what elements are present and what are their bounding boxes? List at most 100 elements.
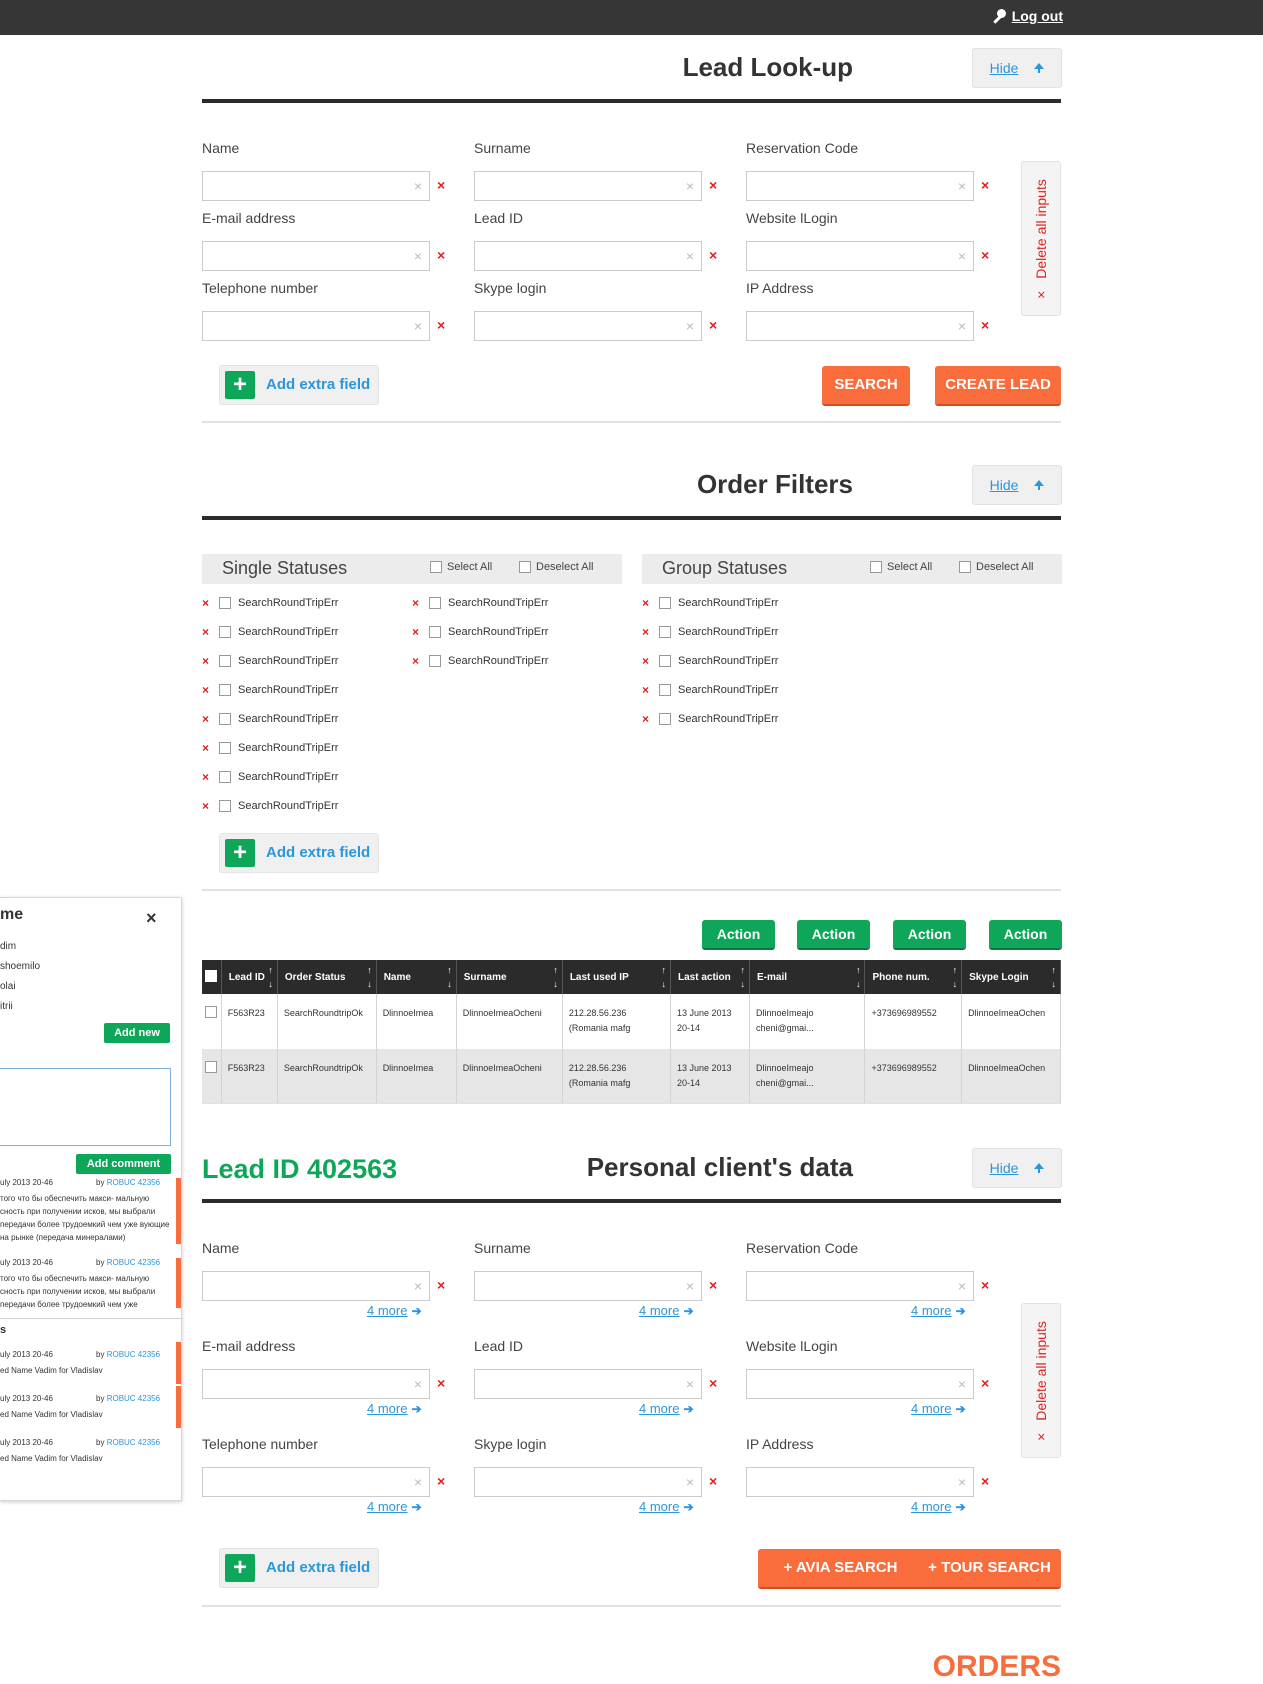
deselect-all-option[interactable]: Deselect All bbox=[959, 561, 1033, 573]
checkbox[interactable] bbox=[659, 713, 671, 725]
add-extra-field-button[interactable]: + Add extra field bbox=[219, 365, 379, 405]
status-item[interactable]: × SearchRoundTripErr bbox=[412, 596, 548, 610]
remove-field-icon[interactable]: × bbox=[709, 317, 717, 333]
status-item[interactable]: × SearchRoundTripErr bbox=[642, 712, 778, 726]
remove-icon[interactable]: × bbox=[642, 683, 652, 697]
sort-arrows-icon[interactable]: ↑ ↓ bbox=[953, 963, 958, 991]
status-item[interactable]: × SearchRoundTripErr bbox=[202, 799, 338, 813]
checkbox[interactable] bbox=[959, 561, 971, 573]
remove-field-icon[interactable]: × bbox=[981, 1375, 989, 1391]
checkbox[interactable] bbox=[519, 561, 531, 573]
remove-icon[interactable]: × bbox=[202, 770, 212, 784]
column-header[interactable]: Phone num. ↑ ↓ bbox=[864, 960, 963, 994]
clear-input-icon[interactable]: × bbox=[958, 178, 966, 194]
search-button[interactable]: SEARCH bbox=[822, 366, 910, 406]
clear-input-icon[interactable]: × bbox=[958, 1474, 966, 1490]
remove-icon[interactable]: × bbox=[202, 625, 212, 639]
text-input[interactable]: × bbox=[202, 311, 430, 341]
checkbox[interactable] bbox=[219, 771, 231, 783]
status-item[interactable]: × SearchRoundTripErr bbox=[642, 596, 778, 610]
checkbox[interactable] bbox=[219, 655, 231, 667]
status-item[interactable]: × SearchRoundTripErr bbox=[202, 654, 338, 668]
remove-icon[interactable]: × bbox=[412, 596, 422, 610]
select-all-column[interactable] bbox=[202, 960, 222, 994]
clear-input-icon[interactable]: × bbox=[686, 248, 694, 264]
remove-field-icon[interactable]: × bbox=[981, 247, 989, 263]
text-input[interactable]: × bbox=[746, 311, 974, 341]
checkbox[interactable] bbox=[659, 655, 671, 667]
status-item[interactable]: × SearchRoundTripErr bbox=[412, 625, 548, 639]
checkbox[interactable] bbox=[870, 561, 882, 573]
hide-button[interactable]: Hide bbox=[972, 1148, 1062, 1188]
text-input[interactable]: × bbox=[202, 1369, 430, 1399]
add-new-button[interactable]: Add new bbox=[104, 1023, 170, 1043]
action-button[interactable]: Action bbox=[797, 920, 870, 950]
clear-input-icon[interactable]: × bbox=[414, 178, 422, 194]
remove-icon[interactable]: × bbox=[642, 654, 652, 668]
checkbox[interactable] bbox=[429, 626, 441, 638]
create-lead-button[interactable]: CREATE LEAD bbox=[935, 366, 1061, 406]
remove-icon[interactable]: × bbox=[202, 683, 212, 697]
checkbox[interactable] bbox=[219, 742, 231, 754]
remove-icon[interactable]: × bbox=[202, 712, 212, 726]
sort-arrows-icon[interactable]: ↑ ↓ bbox=[1052, 963, 1057, 991]
column-header[interactable]: Order Status ↑ ↓ bbox=[277, 960, 377, 994]
checkbox[interactable] bbox=[219, 684, 231, 696]
remove-field-icon[interactable]: × bbox=[437, 1277, 445, 1293]
clear-input-icon[interactable]: × bbox=[958, 1376, 966, 1392]
remove-field-icon[interactable]: × bbox=[981, 177, 989, 193]
author-link[interactable]: ROBUC 42356 bbox=[107, 1350, 160, 1359]
remove-field-icon[interactable]: × bbox=[709, 247, 717, 263]
remove-field-icon[interactable]: × bbox=[437, 1375, 445, 1391]
more-link[interactable]: 4 more ➔ bbox=[639, 1303, 694, 1318]
more-link[interactable]: 4 more ➔ bbox=[367, 1499, 422, 1514]
status-item[interactable]: × SearchRoundTripErr bbox=[642, 654, 778, 668]
text-input[interactable]: × bbox=[746, 241, 974, 271]
remove-icon[interactable]: × bbox=[202, 799, 212, 813]
more-link[interactable]: 4 more ➔ bbox=[639, 1499, 694, 1514]
deselect-all-option[interactable]: Deselect All bbox=[519, 561, 593, 573]
select-all-option[interactable]: Select All bbox=[430, 561, 492, 573]
remove-icon[interactable]: × bbox=[202, 654, 212, 668]
table-row[interactable]: F563R23 SearchRoundtripOk DlinnoeImea Dlinn… bbox=[202, 994, 1061, 1049]
text-input[interactable]: × bbox=[746, 1369, 974, 1399]
add-extra-field-button[interactable]: + Add extra field bbox=[219, 833, 379, 873]
text-input[interactable]: × bbox=[746, 171, 974, 201]
checkbox[interactable] bbox=[659, 597, 671, 609]
sort-arrows-icon[interactable]: ↑ ↓ bbox=[367, 963, 372, 991]
row-select-cell[interactable] bbox=[202, 994, 222, 1049]
checkbox[interactable] bbox=[219, 626, 231, 638]
column-header[interactable]: Surname ↑ ↓ bbox=[456, 960, 563, 994]
row-select-cell[interactable] bbox=[202, 1049, 222, 1104]
text-input[interactable]: × bbox=[202, 171, 430, 201]
remove-field-icon[interactable]: × bbox=[437, 317, 445, 333]
logout-link[interactable]: Log out bbox=[992, 8, 1063, 24]
text-input[interactable]: × bbox=[202, 1467, 430, 1497]
checkbox[interactable] bbox=[429, 655, 441, 667]
remove-icon[interactable]: × bbox=[202, 596, 212, 610]
add-extra-field-button[interactable]: + Add extra field bbox=[219, 1548, 379, 1588]
more-link[interactable]: 4 more ➔ bbox=[911, 1401, 966, 1416]
remove-field-icon[interactable]: × bbox=[709, 1277, 717, 1293]
column-header[interactable]: Name ↑ ↓ bbox=[376, 960, 457, 994]
sort-arrows-icon[interactable]: ↑ ↓ bbox=[268, 963, 273, 991]
clear-input-icon[interactable]: × bbox=[686, 1474, 694, 1490]
checkbox[interactable] bbox=[205, 1061, 217, 1073]
more-link[interactable]: 4 more ➔ bbox=[639, 1401, 694, 1416]
delete-all-inputs-button[interactable]: × Delete all inputs bbox=[1021, 1303, 1061, 1458]
remove-icon[interactable]: × bbox=[412, 625, 422, 639]
sort-arrows-icon[interactable]: ↑ ↓ bbox=[661, 963, 666, 991]
column-header[interactable]: Skype Login ↑ ↓ bbox=[961, 960, 1061, 994]
status-item[interactable]: × SearchRoundTripErr bbox=[202, 712, 338, 726]
clear-input-icon[interactable]: × bbox=[414, 1376, 422, 1392]
name-item[interactable]: olai bbox=[0, 981, 16, 992]
remove-field-icon[interactable]: × bbox=[437, 1473, 445, 1489]
more-link[interactable]: 4 more ➔ bbox=[367, 1401, 422, 1416]
clear-input-icon[interactable]: × bbox=[414, 1278, 422, 1294]
column-header[interactable]: E-mail ↑ ↓ bbox=[749, 960, 866, 994]
action-button[interactable]: Action bbox=[702, 920, 775, 950]
status-item[interactable]: × SearchRoundTripErr bbox=[642, 625, 778, 639]
clear-input-icon[interactable]: × bbox=[958, 318, 966, 334]
status-item[interactable]: × SearchRoundTripErr bbox=[202, 770, 338, 784]
checkbox[interactable] bbox=[429, 597, 441, 609]
